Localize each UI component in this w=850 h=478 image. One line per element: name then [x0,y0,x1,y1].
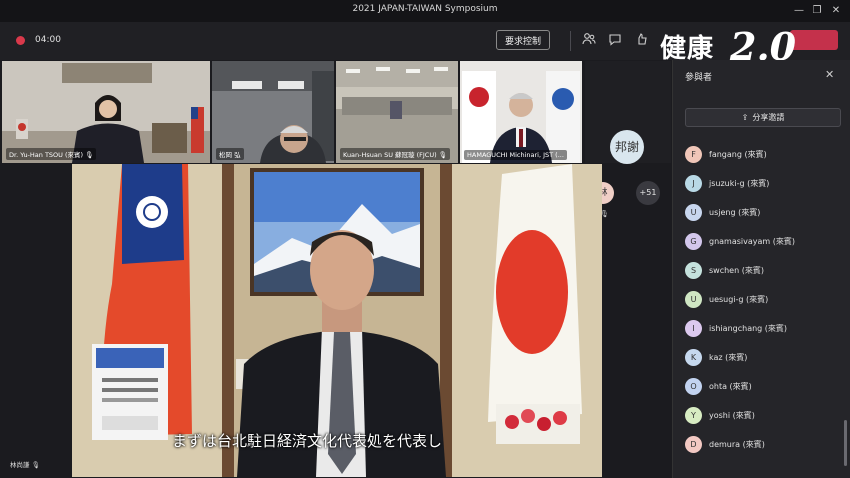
share-invite-button[interactable]: ⇪ 分享邀請 [685,108,841,127]
participant-avatar: D [685,436,702,453]
share-icon: ⇪ [741,113,749,122]
self-video-label: 林尚謙 🎙 [10,461,40,469]
participant-name: ohta (來賓) [709,382,752,391]
participant-row[interactable]: Kkaz (來賓) [685,343,835,372]
request-control-button[interactable]: 要求控制 [496,30,550,50]
maximize-icon[interactable]: ❐ [809,3,825,19]
participant-name: demura (來賓) [709,440,765,449]
participant-name: fangang (來賓) [709,150,767,159]
participant-name: kaz (來賓) [709,353,748,362]
participant-row[interactable]: Oohta (來賓) [685,372,835,401]
video-tile-3[interactable]: Kuan-Hsuan SU 蘇冠璇 (FJCU) 🎙 [336,61,458,163]
share-invite-label: 分享邀請 [752,113,785,122]
participant-row[interactable]: Jjsuzuki-g (來賓) [685,169,835,198]
participant-row[interactable]: Sswchen (來賓) [685,256,835,285]
title-bar: 2021 JAPAN-TAIWAN Symposium — ❐ ✕ [0,0,850,22]
participant-name: swchen (來賓) [709,266,764,275]
participants-icon[interactable] [580,32,598,50]
toolbar-divider [570,31,571,51]
participant-row[interactable]: Ggnamasivayam (來賓) [685,227,835,256]
participant-name: uesugi-g (來賓) [709,295,769,304]
reactions-icon[interactable] [633,32,651,50]
participant-tiles: Dr. Yu-Han TSOU (來賓) 🎙 松岡 弘 Kuan-Hsuan S… [0,60,672,218]
participant-name: gnamasivayam (來賓) [709,237,795,246]
participant-avatar: G [685,233,702,250]
participant-avatar: O [685,378,702,395]
meeting-toolbar: 04:00 要求控制 [0,22,850,60]
participant-row[interactable]: Uusjeng (來賓) [685,198,835,227]
participant-name: usjeng (來賓) [709,208,761,217]
participant-list: Ffangang (來賓) Jjsuzuki-g (來賓) Uusjeng (來賓)… [685,140,835,459]
participant-avatar: U [685,291,702,308]
close-window-icon[interactable]: ✕ [828,3,844,19]
participant-row[interactable]: Iishiangchang (來賓) [685,314,835,343]
video-tile-2[interactable]: 松岡 弘 [212,61,334,163]
participant-avatar: S [685,262,702,279]
tile-label-1: Dr. Yu-Han TSOU (來賓) 🎙 [6,148,97,160]
close-panel-icon[interactable]: ✕ [825,68,834,81]
participant-name: jsuzuki-g (來賓) [709,179,770,188]
video-tile-1[interactable]: Dr. Yu-Han TSOU (來賓) 🎙 [2,61,210,163]
participant-row[interactable]: Ddemura (來賓) [685,430,835,459]
overflow-participants-badge[interactable]: +51 [636,181,660,205]
minimize-icon[interactable]: — [791,3,807,19]
participant-row[interactable]: Ffangang (來賓) [685,140,835,169]
participants-panel: 參與者 ✕ ⇪ 分享邀請 Ffangang (來賓) Jjsuzuki-g (來賓)… [672,60,850,478]
video-frame-4 [460,61,582,163]
participant-avatar: Y [685,407,702,424]
leave-button[interactable] [790,30,838,50]
participant-avatar-1[interactable]: 邦謝 [610,130,644,164]
participant-avatar: F [685,146,702,163]
tile-label-4: HAMAGUCHI Michinari, JST (... [464,150,567,160]
tile-label-2: 松岡 弘 [216,148,244,160]
participant-avatar: K [685,349,702,366]
participant-row[interactable]: Uuesugi-g (來賓) [685,285,835,314]
tile-label-3: Kuan-Hsuan SU 蘇冠璇 (FJCU) 🎙 [340,148,450,160]
participant-row[interactable]: Yyoshi (來賓) [685,401,835,430]
video-tile-4[interactable]: HAMAGUCHI Michinari, JST (... [460,61,582,163]
window-title: 2021 JAPAN-TAIWAN Symposium [352,4,498,14]
participant-avatar: I [685,320,702,337]
participant-name: ishiangchang (來賓) [709,324,788,333]
participant-avatar: U [685,204,702,221]
participant-list-scrollbar[interactable] [844,420,847,466]
chat-icon[interactable] [606,32,624,50]
panel-title: 參與者 [685,73,713,83]
participant-avatar: J [685,175,702,192]
main-speaker-video: まずは台北駐日経済文化代表処を代表し [72,164,602,477]
participant-name: yoshi (來賓) [709,411,755,420]
meeting-timer: 04:00 [35,35,61,45]
recording-indicator-icon [16,36,25,45]
live-caption: まずは台北駐日経済文化代表処を代表し [172,432,443,450]
